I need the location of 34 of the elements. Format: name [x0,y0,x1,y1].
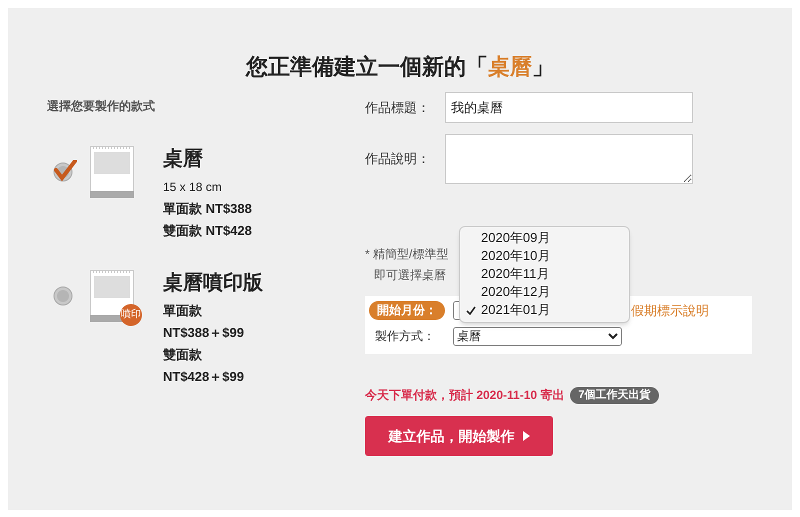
field-label: 作品說明： [365,150,431,168]
style-detail: NT$428＋$99 [163,368,244,386]
shipping-estimate: 今天下單付款，預計 2020-11-10 寄出 [365,387,564,404]
menu-option[interactable]: 2020年09月 [460,229,629,247]
method-select[interactable]: 桌曆 [453,326,622,346]
page-title: 您正準備建立一個新的「桌曆」 [246,53,554,81]
start-month-label: 開始月份： [369,301,445,320]
menu-option[interactable]: 2020年12月 [460,283,629,301]
print-badge: 噴印 [120,304,142,326]
style-detail: NT$388＋$99 [163,324,244,342]
field-label: 製作方式： [375,328,436,345]
note-text: 即可選擇桌曆 [374,267,446,284]
style-detail: 單面款 NT$388 [163,200,252,218]
style-detail: 雙面款 NT$428 [163,222,252,240]
title-field[interactable]: 我的桌曆 [445,92,693,123]
menu-option[interactable]: 2021年01月 [460,301,629,319]
section-heading: 選擇您要製作的款式 [47,98,155,115]
style-detail: 15 x 18 cm [163,179,222,196]
style-name: 桌曆噴印版 [163,271,263,296]
style-name: 桌曆 [163,147,203,172]
checked-radio[interactable] [53,160,75,182]
note-text: * 精簡型/標準型 [365,246,448,263]
field-label: 作品標題： [365,98,431,117]
radio-button[interactable] [53,284,75,306]
create-button[interactable]: 建立作品，開始製作 [365,416,553,456]
description-field[interactable] [445,134,693,184]
play-icon [522,431,530,441]
style-detail: 單面款 [163,302,202,320]
menu-option[interactable]: 2020年10月 [460,247,629,265]
menu-option[interactable]: 2020年11月 [460,265,629,283]
shipping-badge: 7個工作天出貨 [570,386,659,404]
style-detail: 雙面款 [163,346,202,364]
chevron-icon [608,332,618,340]
calendar-icon [90,146,134,198]
